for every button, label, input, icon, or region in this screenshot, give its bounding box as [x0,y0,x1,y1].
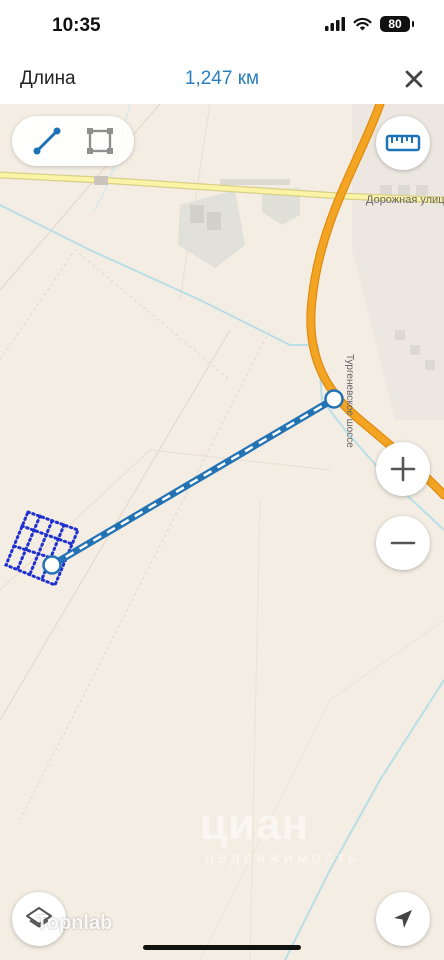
road-label-vertical: Тургеневское шоссе [344,354,355,448]
status-bar: 10:35 80 [0,0,444,54]
measure-header: Длина 1,247 км [0,54,444,105]
area-tool-icon [86,128,113,154]
ruler-button[interactable] [376,116,430,170]
zoom-in-button[interactable] [376,442,430,496]
measurement-point-end[interactable] [324,389,344,409]
road-label: Дорожная улица [366,194,444,206]
status-time: 10:35 [52,15,101,36]
watermark-logo: циан [200,800,310,849]
signal-icon [325,17,345,31]
measurement-point-start[interactable] [42,555,62,575]
wifi-icon [353,17,372,31]
ruler-icon [385,134,421,152]
line-mode-button[interactable] [25,119,69,163]
home-indicator [143,945,301,950]
plus-icon [390,456,416,482]
battery-level: 80 [388,17,402,31]
minus-icon [390,541,416,545]
map-attribution: Topnlab [36,912,113,934]
zoom-out-button[interactable] [376,516,430,570]
line-tool-icon [33,127,60,155]
locate-button[interactable] [376,892,430,946]
status-icons: 80 [325,16,414,32]
area-mode-button[interactable] [78,119,122,163]
navigation-arrow-icon [394,910,412,928]
close-button[interactable] [398,63,430,95]
battery-indicator: 80 [380,16,414,32]
measured-distance: 1,247 км [184,68,260,89]
measure-mode-switcher [12,116,134,166]
watermark-subtext: недвижимость [205,850,361,867]
close-icon [405,70,423,88]
